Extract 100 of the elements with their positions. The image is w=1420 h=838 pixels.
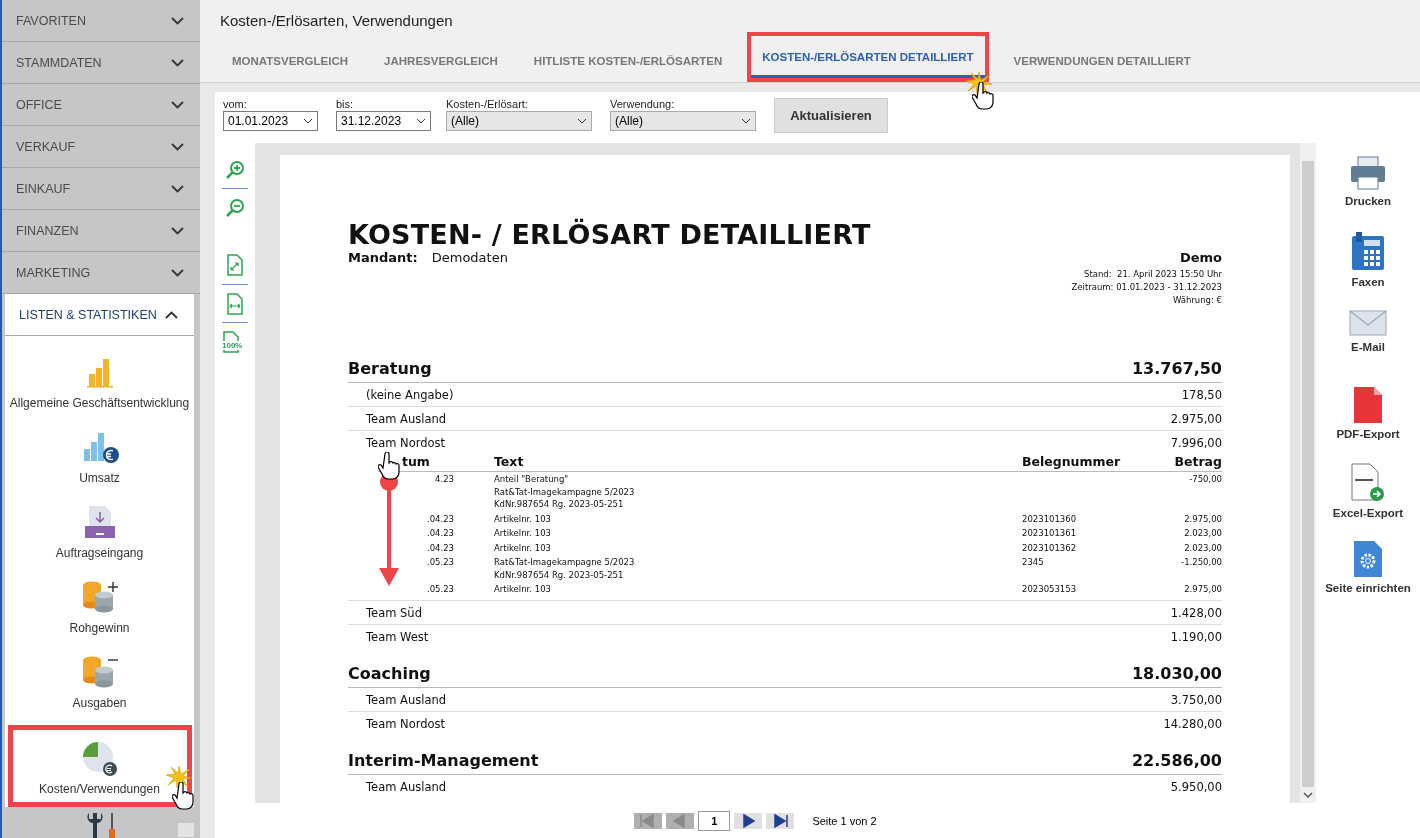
spreadsheet-file-icon bbox=[1351, 463, 1385, 503]
export-action[interactable]: E-Mail bbox=[1349, 309, 1387, 386]
fax-icon bbox=[1350, 232, 1386, 272]
row-label: Team Nordost bbox=[366, 716, 446, 731]
group-name: Beratung bbox=[348, 359, 432, 378]
row-amount: 5.950,00 bbox=[1170, 779, 1222, 794]
table-cell-text: 2023101360 bbox=[1022, 512, 1078, 525]
table-cell-text: -1.250,00 bbox=[1180, 556, 1222, 569]
field-label: vom: bbox=[223, 98, 248, 110]
column-header: Betrag bbox=[1174, 454, 1222, 469]
scrollbar[interactable] bbox=[1302, 161, 1314, 787]
field-label: Kosten-/Erlösart: bbox=[446, 98, 529, 110]
table-cell-text: 2.023,00 bbox=[1183, 541, 1222, 554]
last-page-button[interactable] bbox=[766, 812, 795, 829]
refresh-button[interactable]: Aktualisieren bbox=[774, 98, 888, 133]
table-cell-text: 2345 bbox=[1022, 556, 1045, 569]
table-cell-text: 2023101362 bbox=[1022, 541, 1078, 554]
table-cell-text: 2.975,00 bbox=[1183, 512, 1222, 525]
export-action[interactable]: Seite einrichten bbox=[1325, 540, 1411, 617]
expand-icon bbox=[171, 100, 184, 109]
export-action[interactable]: Faxen bbox=[1350, 232, 1386, 309]
table-cell-text: 2023101361 bbox=[1022, 527, 1078, 540]
expand-icon bbox=[171, 184, 184, 193]
row-amount: 14.280,00 bbox=[1163, 716, 1222, 731]
click-burst-icon bbox=[966, 72, 992, 94]
table-cell-text: Artikelnr. 103 bbox=[494, 583, 552, 596]
row-amount: 2.975,00 bbox=[1170, 412, 1222, 426]
row-label: Team Ausland bbox=[366, 779, 447, 794]
zoom-out-icon[interactable] bbox=[225, 198, 245, 218]
date-picker[interactable]: 01.01.2023 bbox=[223, 111, 318, 131]
table-cell-text: .04.23 bbox=[425, 512, 455, 525]
table-cell-text: Rat&Tat-Imagekampagne 5/2023 bbox=[494, 485, 636, 498]
accordion-header[interactable]: LISTEN & STATISTIKEN bbox=[5, 294, 194, 336]
tab[interactable]: VERWENDUNGEN DETAILLIERT bbox=[995, 40, 1209, 82]
table-cell-text: Anteil "Beratung" bbox=[494, 473, 570, 486]
scroll-down-icon[interactable] bbox=[1303, 791, 1313, 799]
client-label: Mandant: bbox=[348, 250, 418, 267]
envelope-icon bbox=[1349, 309, 1387, 337]
report-meta: Währung: € bbox=[1172, 294, 1222, 307]
click-burst-icon bbox=[166, 766, 192, 788]
expand-icon bbox=[171, 142, 184, 151]
tab[interactable]: HITLISTE KOSTEN-/ERLÖSARTEN bbox=[515, 40, 741, 82]
row-label: Team West bbox=[366, 629, 429, 644]
pdf-file-icon bbox=[1353, 386, 1383, 424]
expand-icon bbox=[171, 226, 184, 235]
date-picker[interactable]: 31.12.2023 bbox=[336, 111, 431, 131]
row-label: Team Ausland bbox=[366, 692, 447, 707]
row-amount: 7.996,00 bbox=[1170, 436, 1222, 450]
next-page-button[interactable] bbox=[734, 812, 763, 829]
export-action[interactable]: PDF-Export bbox=[1336, 386, 1400, 463]
table-cell-text: .05.23 bbox=[425, 556, 455, 569]
group-name: Interim-Management bbox=[348, 750, 539, 770]
sidebar-item[interactable]: Umsatz bbox=[7, 421, 192, 496]
export-action[interactable]: Excel-Export bbox=[1332, 463, 1404, 540]
row-label: (keine Angabe) bbox=[366, 388, 454, 402]
table-cell-text: 2.023,00 bbox=[1183, 527, 1222, 540]
group-total: 22.586,00 bbox=[1131, 750, 1222, 770]
table-cell-text: 2.975,00 bbox=[1183, 583, 1222, 596]
table-cell-text: Artikelnr. 103 bbox=[494, 527, 552, 540]
group-total: 13.767,50 bbox=[1131, 359, 1222, 378]
column-header: tum bbox=[402, 454, 430, 469]
sidebar-item[interactable]: Ausgaben bbox=[7, 646, 192, 721]
tab[interactable]: MONATSVERGLEICH bbox=[214, 40, 367, 82]
pie-chart-icon bbox=[80, 740, 119, 778]
zoom-in-icon[interactable] bbox=[225, 159, 245, 180]
export-action[interactable]: Drucken bbox=[1345, 155, 1391, 232]
report-title: KOSTEN- / ERLÖSART DETAILLIERT bbox=[348, 219, 872, 250]
group-total: 18.030,00 bbox=[1131, 663, 1222, 683]
report-meta: Stand: 21. April 2023 15:50 Uhr bbox=[1084, 268, 1222, 281]
page-settings-icon bbox=[1353, 540, 1383, 578]
fit-width-icon[interactable] bbox=[227, 292, 243, 315]
company-name: Demo bbox=[1179, 250, 1222, 265]
column-header: Belegnummer bbox=[1022, 454, 1121, 469]
dropdown[interactable]: (Alle) bbox=[610, 111, 756, 131]
table-cell-text: Artikelnr. 103 bbox=[494, 541, 552, 554]
sidebar-item[interactable]: Allgemeine Geschäftsentwicklung bbox=[7, 346, 192, 421]
expand-icon bbox=[171, 58, 184, 67]
report-meta: Zeitraum: 01.01.2023 - 31.12.2023 bbox=[1071, 281, 1222, 294]
row-label: Team Süd bbox=[366, 605, 422, 620]
client-name: Demodaten bbox=[431, 250, 508, 267]
row-label: Team Ausland bbox=[366, 412, 447, 426]
expand-icon bbox=[171, 268, 184, 277]
row-amount: 178,50 bbox=[1181, 388, 1222, 402]
page-number-field[interactable]: 1 bbox=[698, 810, 731, 831]
fit-page-icon[interactable] bbox=[227, 254, 243, 276]
tab[interactable]: JAHRESVERGLEICH bbox=[366, 40, 516, 82]
window-title: Kosten-/Erlösarten, Verwendungen bbox=[220, 11, 453, 29]
page-info: Seite 1 von 2 bbox=[812, 814, 877, 827]
table-cell-text: .04.23 bbox=[425, 541, 455, 554]
table-cell-text: 4.23 bbox=[434, 473, 455, 486]
sidebar-item[interactable]: Rohgewinn bbox=[7, 571, 192, 646]
expand-icon bbox=[171, 16, 184, 25]
printer-icon bbox=[1349, 155, 1387, 191]
group-name: Coaching bbox=[348, 663, 431, 683]
table-cell-text: .05.23 bbox=[425, 583, 455, 596]
dropdown[interactable]: (Alle) bbox=[446, 111, 592, 131]
sidebar-item[interactable]: Auftragseingang bbox=[7, 496, 192, 571]
row-amount: 1.190,00 bbox=[1170, 629, 1222, 644]
table-cell-text: -750,00 bbox=[1188, 473, 1222, 486]
tab[interactable]: KOSTEN-/ERLÖSARTEN DETAILLIERT bbox=[747, 32, 989, 82]
